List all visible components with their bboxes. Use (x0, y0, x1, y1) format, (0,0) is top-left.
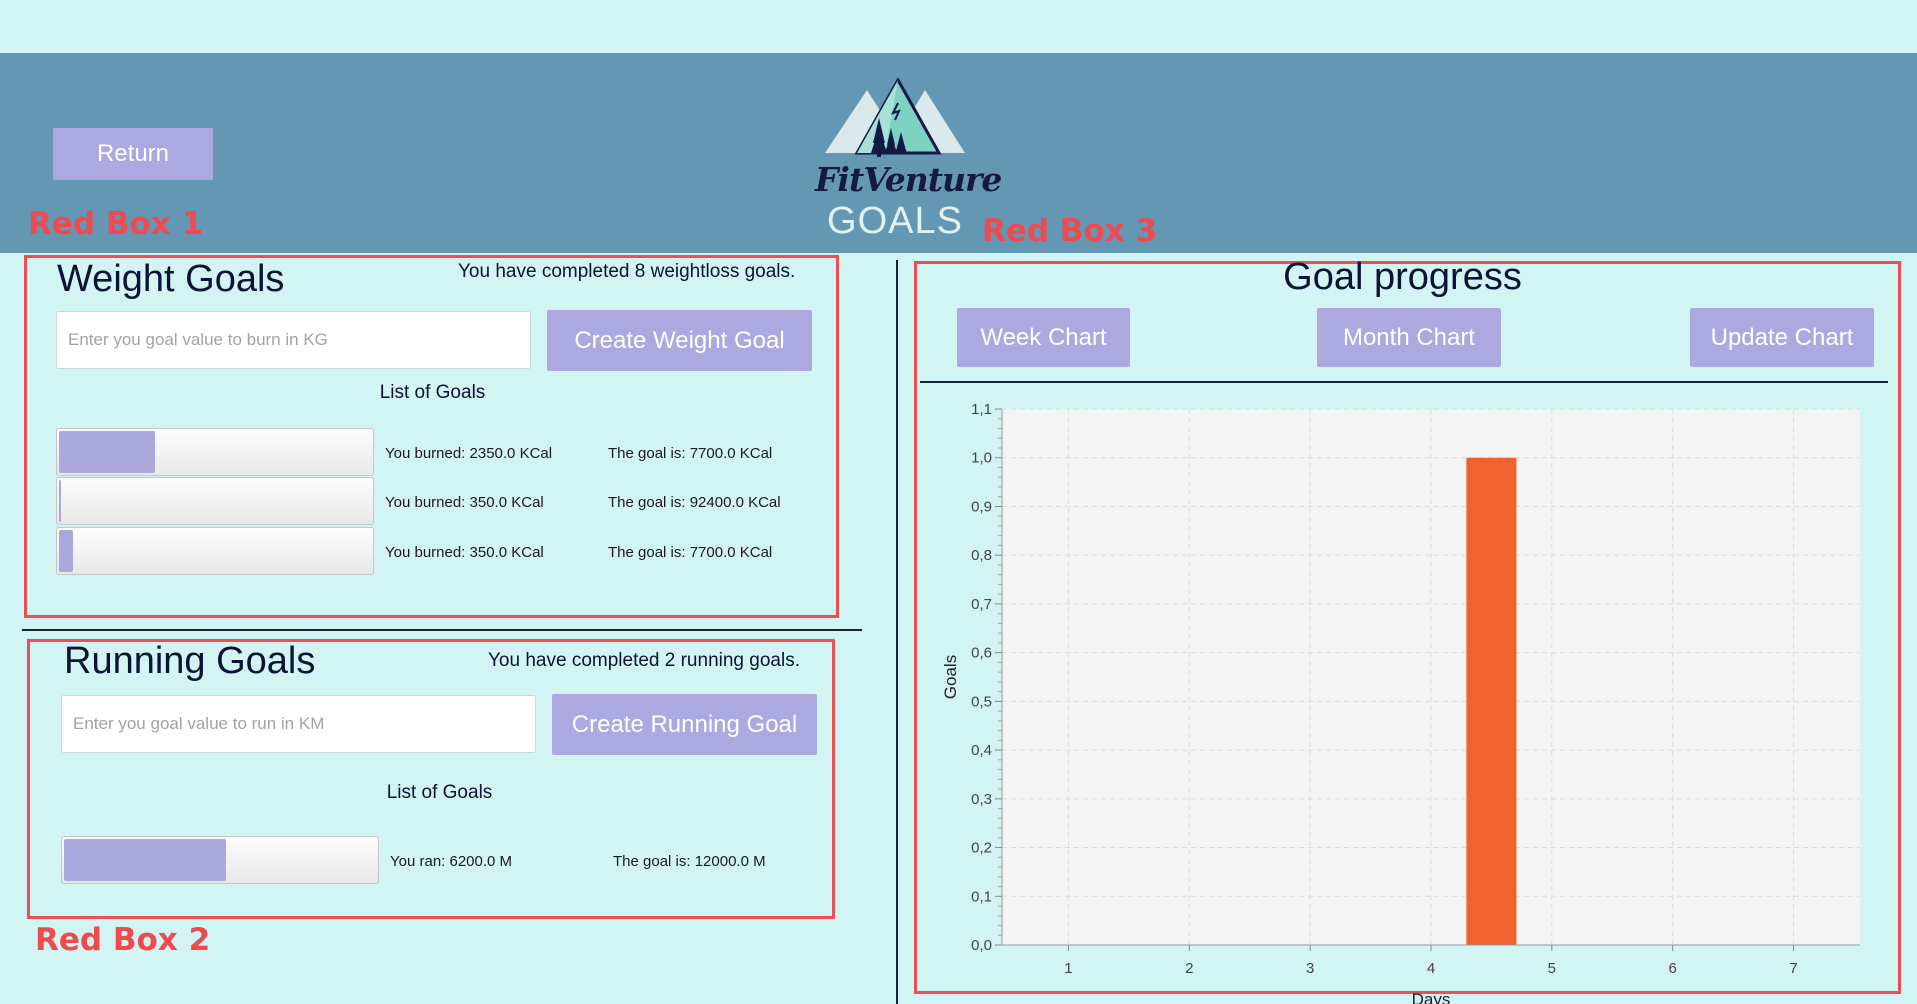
y-tick-label: 0,2 (971, 840, 992, 857)
annotation-red-box-1: Red Box 1 (28, 206, 204, 242)
x-tick-label: 5 (1548, 960, 1556, 977)
chart-title: Goal progress (1283, 256, 1522, 298)
x-tick-label: 7 (1789, 960, 1797, 977)
y-tick-label: 0,9 (971, 498, 992, 515)
plot-area (1002, 409, 1860, 945)
create-running-goal-button[interactable]: Create Running Goal (552, 694, 817, 755)
vertical-divider (896, 260, 898, 1004)
burned-text: You burned: 350.0 KCal (385, 544, 544, 561)
y-tick-label: 0,0 (971, 937, 992, 954)
goal-progress-chart: 0,0 0,1 0,2 0,3 0,4 0,5 0,6 0,7 0,8 0,9 1,0 1,1 1 2 3 4… (941, 401, 1860, 1004)
annotation-red-box-3: Red Box 3 (982, 213, 1158, 249)
logo-wordmark: FitVenture (815, 160, 1002, 199)
goal-text: The goal is: 92400.0 KCal (608, 494, 781, 511)
progress-fill (59, 480, 61, 522)
section-divider (22, 629, 862, 631)
x-axis-label: Days (1412, 990, 1451, 1004)
weight-goals-title: Weight Goals (57, 258, 285, 300)
update-chart-button[interactable]: Update Chart (1690, 308, 1874, 367)
running-goal-input[interactable]: Enter you goal value to run in KM (61, 695, 536, 753)
y-tick-label: 0,4 (971, 742, 992, 759)
return-button[interactable]: Return (53, 128, 213, 180)
weight-goals-status: You have completed 8 weightloss goals. (458, 261, 796, 282)
y-tick-label: 0,3 (971, 791, 992, 808)
create-weight-goal-button[interactable]: Create Weight Goal (547, 310, 812, 371)
goal-text: The goal is: 7700.0 KCal (608, 544, 773, 561)
page-title: GOALS (827, 200, 963, 242)
progress-fill (64, 839, 226, 881)
annotation-red-box-2: Red Box 2 (35, 922, 211, 958)
weight-progress-bar (56, 428, 374, 476)
x-tick-label: 6 (1669, 960, 1677, 977)
goal-text: The goal is: 12000.0 M (613, 853, 766, 870)
burned-text: You burned: 2350.0 KCal (385, 445, 553, 462)
weight-progress-bar (56, 477, 374, 525)
bar (1466, 457, 1517, 945)
y-tick-label: 1,1 (971, 401, 992, 418)
x-tick-label: 4 (1427, 960, 1435, 977)
burned-text: You burned: 350.0 KCal (385, 494, 544, 511)
y-tick-label: 0,6 (971, 645, 992, 662)
progress-fill (59, 530, 73, 572)
progress-fill (59, 431, 155, 473)
weight-goal-input[interactable]: Enter you goal value to burn in KG (56, 311, 531, 369)
y-tick-label: 0,5 (971, 693, 992, 710)
week-chart-button[interactable]: Week Chart (957, 308, 1130, 367)
y-tick-label: 1,0 (971, 450, 992, 467)
ran-text: You ran: 6200.0 M (390, 853, 513, 870)
weight-progress-bar (56, 527, 374, 575)
goal-text: The goal is: 7700.0 KCal (608, 445, 773, 462)
top-strip (0, 0, 1917, 53)
x-tick-label: 2 (1185, 960, 1193, 977)
y-axis-label: Goals (941, 655, 960, 699)
x-tick-label: 3 (1306, 960, 1314, 977)
running-goals-title: Running Goals (64, 640, 316, 682)
chart-rule (920, 381, 1888, 383)
x-tick-label: 1 (1064, 960, 1072, 977)
running-goals-status: You have completed 2 running goals. (488, 650, 800, 671)
weight-list-label: List of Goals (379, 382, 486, 403)
month-chart-button[interactable]: Month Chart (1317, 308, 1501, 367)
running-progress-bar (61, 836, 379, 884)
running-list-label: List of Goals (386, 782, 493, 803)
y-tick-label: 0,7 (971, 596, 992, 613)
y-tick-label: 0,1 (971, 888, 992, 905)
y-tick-label: 0,8 (971, 547, 992, 564)
